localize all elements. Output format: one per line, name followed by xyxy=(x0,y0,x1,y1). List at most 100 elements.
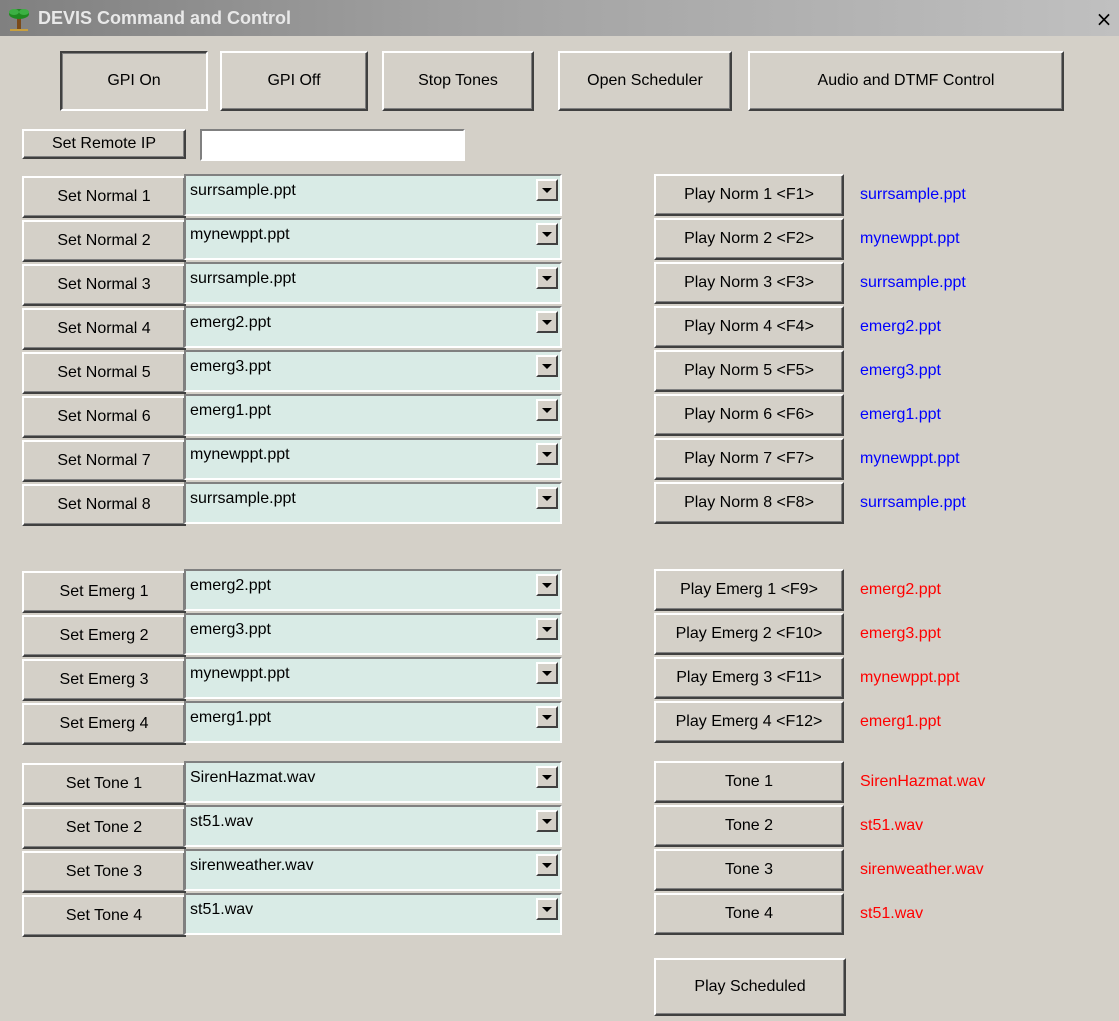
dropdown-arrow-icon[interactable] xyxy=(536,766,558,788)
set-tone-3-button[interactable]: Set Tone 3 xyxy=(22,851,186,893)
normal-3-file-select[interactable]: surrsample.ppt xyxy=(184,262,562,304)
play-emerg-3-button[interactable]: Play Emerg 3 <F11> xyxy=(654,657,844,699)
palm-tree-icon xyxy=(9,9,29,31)
emerg-3-file-select[interactable]: mynewppt.ppt xyxy=(184,657,562,699)
tone-4-file-select[interactable]: st51.wav xyxy=(184,893,562,935)
set-tone-4-button[interactable]: Set Tone 4 xyxy=(22,895,186,937)
dropdown-arrow-icon[interactable] xyxy=(536,355,558,377)
combo-value: surrsample.ppt xyxy=(190,182,296,199)
normal-7-status-label: mynewppt.ppt xyxy=(860,450,960,467)
set-normal-8-button[interactable]: Set Normal 8 xyxy=(22,484,186,526)
dropdown-arrow-icon[interactable] xyxy=(536,487,558,509)
normal-1-status-label: surrsample.ppt xyxy=(860,186,966,203)
play-tone-3-button[interactable]: Tone 3 xyxy=(654,849,844,891)
title-bar[interactable]: DEVIS Command and Control × xyxy=(0,0,1119,36)
play-scheduled-button[interactable]: Play Scheduled xyxy=(654,958,846,1016)
set-normal-5-button[interactable]: Set Normal 5 xyxy=(22,352,186,394)
set-normal-3-button[interactable]: Set Normal 3 xyxy=(22,264,186,306)
play-normal-7-button[interactable]: Play Norm 7 <F7> xyxy=(654,438,844,480)
normal-5-status-label: emerg3.ppt xyxy=(860,362,941,379)
normal-4-status-label: emerg2.ppt xyxy=(860,318,941,335)
combo-value: SirenHazmat.wav xyxy=(190,769,316,786)
emerg-3-status-label: mynewppt.ppt xyxy=(860,669,960,686)
normal-5-file-select[interactable]: emerg3.ppt xyxy=(184,350,562,392)
combo-value: mynewppt.ppt xyxy=(190,446,290,463)
play-normal-1-button[interactable]: Play Norm 1 <F1> xyxy=(654,174,844,216)
close-icon[interactable]: × xyxy=(1093,9,1115,31)
play-emerg-2-button[interactable]: Play Emerg 2 <F10> xyxy=(654,613,844,655)
combo-value: emerg2.ppt xyxy=(190,314,271,331)
dropdown-arrow-icon[interactable] xyxy=(536,267,558,289)
play-normal-2-button[interactable]: Play Norm 2 <F2> xyxy=(654,218,844,260)
emerg-1-file-select[interactable]: emerg2.ppt xyxy=(184,569,562,611)
emerg-4-status-label: emerg1.ppt xyxy=(860,713,941,730)
emerg-1-status-label: emerg2.ppt xyxy=(860,581,941,598)
play-normal-6-button[interactable]: Play Norm 6 <F6> xyxy=(654,394,844,436)
set-normal-1-button[interactable]: Set Normal 1 xyxy=(22,176,186,218)
emerg-2-status-label: emerg3.ppt xyxy=(860,625,941,642)
play-normal-3-button[interactable]: Play Norm 3 <F3> xyxy=(654,262,844,304)
normal-2-file-select[interactable]: mynewppt.ppt xyxy=(184,218,562,260)
gpi-on-button[interactable]: GPI On xyxy=(60,51,208,111)
normal-7-file-select[interactable]: mynewppt.ppt xyxy=(184,438,562,480)
gpi-off-button[interactable]: GPI Off xyxy=(220,51,368,111)
normal-3-status-label: surrsample.ppt xyxy=(860,274,966,291)
tone-1-file-select[interactable]: SirenHazmat.wav xyxy=(184,761,562,803)
dropdown-arrow-icon[interactable] xyxy=(536,706,558,728)
combo-value: emerg3.ppt xyxy=(190,358,271,375)
combo-value: st51.wav xyxy=(190,813,254,830)
open-scheduler-button[interactable]: Open Scheduler xyxy=(558,51,732,111)
set-normal-4-button[interactable]: Set Normal 4 xyxy=(22,308,186,350)
normal-1-file-select[interactable]: surrsample.ppt xyxy=(184,174,562,216)
window-title: DEVIS Command and Control xyxy=(38,8,292,28)
dropdown-arrow-icon[interactable] xyxy=(536,223,558,245)
combo-value: st51.wav xyxy=(190,901,254,918)
play-normal-8-button[interactable]: Play Norm 8 <F8> xyxy=(654,482,844,524)
tone-1-status-label: SirenHazmat.wav xyxy=(860,773,986,790)
set-normal-6-button[interactable]: Set Normal 6 xyxy=(22,396,186,438)
emerg-2-file-select[interactable]: emerg3.ppt xyxy=(184,613,562,655)
dropdown-arrow-icon[interactable] xyxy=(536,443,558,465)
set-normal-7-button[interactable]: Set Normal 7 xyxy=(22,440,186,482)
dropdown-arrow-icon[interactable] xyxy=(536,399,558,421)
audio-dtmf-control-button[interactable]: Audio and DTMF Control xyxy=(748,51,1064,111)
app-window: DEVIS Command and Control × GPI On GPI O… xyxy=(0,0,1119,1021)
dropdown-arrow-icon[interactable] xyxy=(536,662,558,684)
set-normal-2-button[interactable]: Set Normal 2 xyxy=(22,220,186,262)
combo-value: mynewppt.ppt xyxy=(190,665,290,682)
set-emerg-4-button[interactable]: Set Emerg 4 xyxy=(22,703,186,745)
normal-6-file-select[interactable]: emerg1.ppt xyxy=(184,394,562,436)
dropdown-arrow-icon[interactable] xyxy=(536,618,558,640)
dropdown-arrow-icon[interactable] xyxy=(536,311,558,333)
dropdown-arrow-icon[interactable] xyxy=(536,898,558,920)
remote-ip-input[interactable] xyxy=(200,129,465,161)
set-emerg-3-button[interactable]: Set Emerg 3 xyxy=(22,659,186,701)
normal-8-status-label: surrsample.ppt xyxy=(860,494,966,511)
play-normal-4-button[interactable]: Play Norm 4 <F4> xyxy=(654,306,844,348)
play-normal-5-button[interactable]: Play Norm 5 <F5> xyxy=(654,350,844,392)
play-tone-2-button[interactable]: Tone 2 xyxy=(654,805,844,847)
play-tone-4-button[interactable]: Tone 4 xyxy=(654,893,844,935)
emerg-4-file-select[interactable]: emerg1.ppt xyxy=(184,701,562,743)
tone-2-status-label: st51.wav xyxy=(860,817,924,834)
dropdown-arrow-icon[interactable] xyxy=(536,179,558,201)
set-remote-ip-button[interactable]: Set Remote IP xyxy=(22,129,186,159)
set-tone-2-button[interactable]: Set Tone 2 xyxy=(22,807,186,849)
dropdown-arrow-icon[interactable] xyxy=(536,574,558,596)
combo-value: emerg1.ppt xyxy=(190,402,271,419)
tone-3-file-select[interactable]: sirenweather.wav xyxy=(184,849,562,891)
normal-4-file-select[interactable]: emerg2.ppt xyxy=(184,306,562,348)
normal-2-status-label: mynewppt.ppt xyxy=(860,230,960,247)
dropdown-arrow-icon[interactable] xyxy=(536,810,558,832)
set-emerg-1-button[interactable]: Set Emerg 1 xyxy=(22,571,186,613)
stop-tones-button[interactable]: Stop Tones xyxy=(382,51,534,111)
tone-4-status-label: st51.wav xyxy=(860,905,924,922)
dropdown-arrow-icon[interactable] xyxy=(536,854,558,876)
set-emerg-2-button[interactable]: Set Emerg 2 xyxy=(22,615,186,657)
tone-2-file-select[interactable]: st51.wav xyxy=(184,805,562,847)
normal-8-file-select[interactable]: surrsample.ppt xyxy=(184,482,562,524)
play-tone-1-button[interactable]: Tone 1 xyxy=(654,761,844,803)
play-emerg-4-button[interactable]: Play Emerg 4 <F12> xyxy=(654,701,844,743)
play-emerg-1-button[interactable]: Play Emerg 1 <F9> xyxy=(654,569,844,611)
set-tone-1-button[interactable]: Set Tone 1 xyxy=(22,763,186,805)
